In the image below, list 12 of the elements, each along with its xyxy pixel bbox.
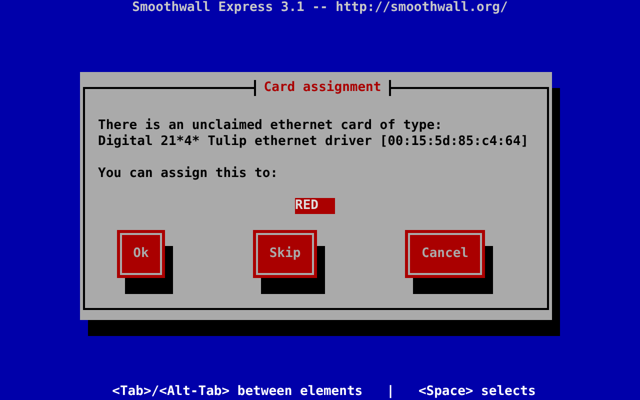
message-line: There is an unclaimed ethernet card of type:	[98, 118, 444, 134]
list-item[interactable]: RED	[295, 198, 335, 214]
help-text: <Tab>/<Alt-Tab> between elements	[112, 384, 363, 400]
message-line: Digital 21*4* Tulip ethernet driver [00:15:5d:85:c4:64]	[98, 134, 530, 150]
screen-title: Smoothwall Express 3.1 -- http://smoothwall.org/	[132, 0, 508, 16]
help-text: |	[386, 384, 394, 400]
dialog-button[interactable]: Ok	[117, 230, 165, 278]
dialog-title: Card assignment	[254, 80, 392, 96]
help-text: <Space> selects	[418, 384, 536, 400]
prompt-text: You can assign this to:	[98, 166, 280, 182]
dialog-button[interactable]: Cancel	[405, 230, 485, 278]
dialog-button[interactable]: Skip	[253, 230, 317, 278]
